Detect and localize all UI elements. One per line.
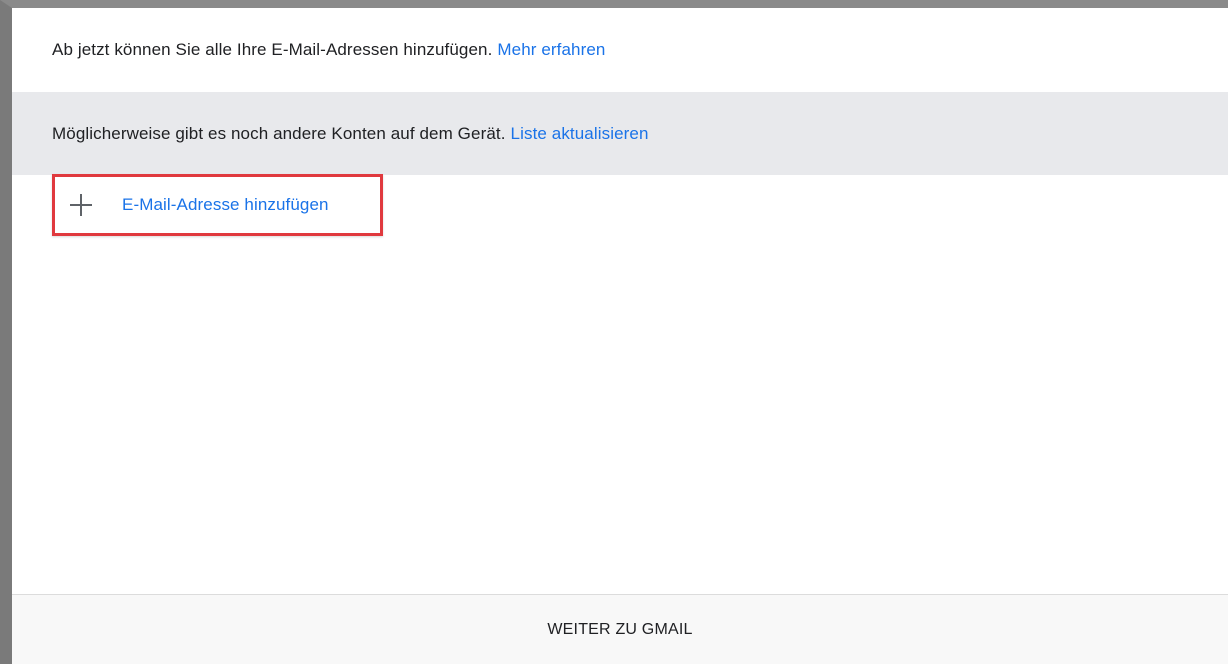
- add-email-address-button[interactable]: E-Mail-Adresse hinzufügen: [52, 174, 383, 236]
- plus-icon: [70, 194, 92, 216]
- continue-to-gmail-label: WEITER ZU GMAIL: [547, 621, 693, 638]
- info-banner: Ab jetzt können Sie alle Ihre E-Mail-Adr…: [12, 8, 1228, 92]
- refresh-list-link[interactable]: Liste aktualisieren: [511, 124, 649, 144]
- continue-to-gmail-button[interactable]: WEITER ZU GMAIL: [12, 594, 1228, 664]
- notice-text: Möglicherweise gibt es noch andere Konte…: [52, 123, 506, 143]
- add-email-label: E-Mail-Adresse hinzufügen: [122, 195, 329, 214]
- app-window: Ab jetzt können Sie alle Ihre E-Mail-Adr…: [0, 0, 1228, 664]
- info-text: Ab jetzt können Sie alle Ihre E-Mail-Adr…: [52, 40, 493, 59]
- learn-more-link[interactable]: Mehr erfahren: [497, 40, 605, 60]
- other-accounts-notice: Möglicherweise gibt es noch andere Konte…: [12, 92, 1228, 175]
